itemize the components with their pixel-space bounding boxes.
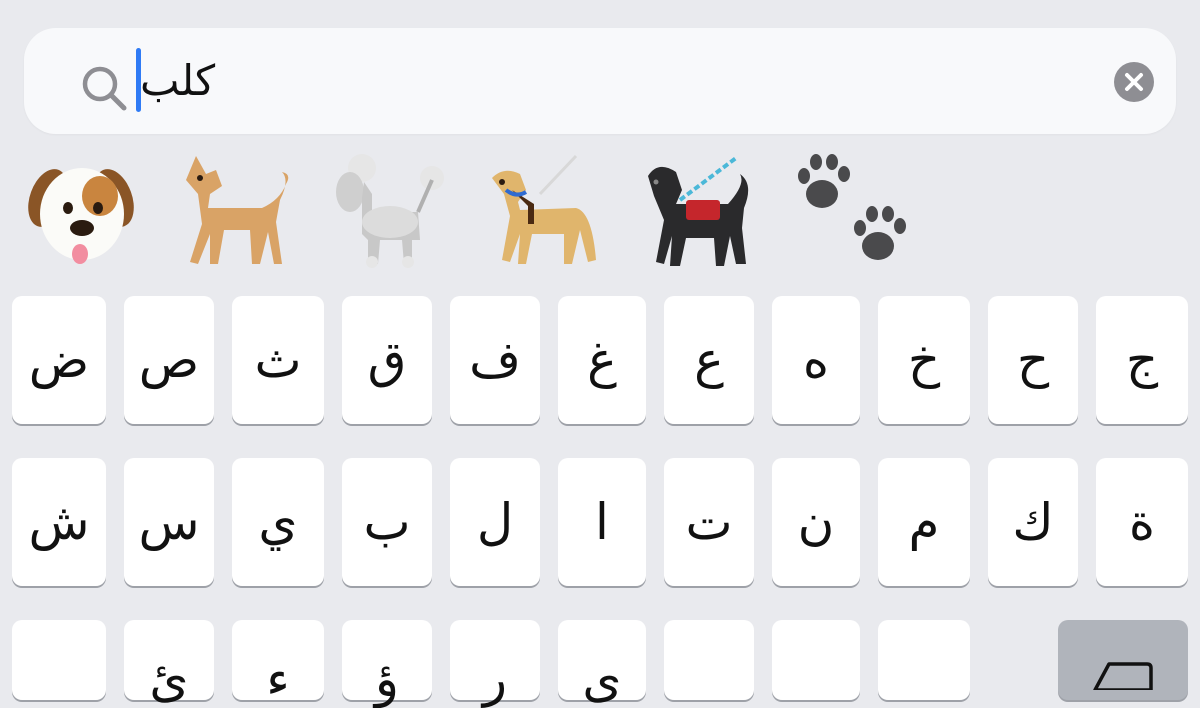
key[interactable]: ة <box>1096 458 1188 586</box>
key[interactable]: ى <box>558 620 646 704</box>
poodle-icon[interactable] <box>328 150 458 274</box>
key[interactable]: ء <box>232 620 324 704</box>
key[interactable]: ي <box>232 458 324 586</box>
key[interactable]: ص <box>124 296 214 424</box>
key[interactable]: ك <box>988 458 1078 586</box>
key[interactable]: ع <box>664 296 754 424</box>
key[interactable]: ج <box>1096 296 1188 424</box>
key[interactable] <box>772 620 860 700</box>
key[interactable]: ا <box>558 458 646 586</box>
key[interactable] <box>664 620 754 700</box>
key[interactable]: ف <box>450 296 540 424</box>
key[interactable]: ئ <box>124 620 214 704</box>
key[interactable]: ق <box>342 296 432 424</box>
dog-face-icon[interactable] <box>24 150 154 274</box>
service-dog-icon[interactable] <box>632 150 762 274</box>
search-input[interactable]: كلب <box>140 49 215 113</box>
key[interactable] <box>878 620 970 700</box>
key[interactable]: م <box>878 458 970 586</box>
emoji-suggestion-bar <box>24 150 924 274</box>
key[interactable] <box>12 620 106 700</box>
backspace-icon <box>1093 662 1153 690</box>
key[interactable]: ل <box>450 458 540 586</box>
guide-dog-icon[interactable] <box>480 150 610 274</box>
paw-prints-icon[interactable] <box>794 150 924 274</box>
key[interactable]: ض <box>12 296 106 424</box>
key[interactable]: ؤ <box>342 620 432 704</box>
key[interactable]: ه <box>772 296 860 424</box>
key[interactable]: ث <box>232 296 324 424</box>
clear-button[interactable] <box>1114 62 1154 102</box>
key[interactable]: ن <box>772 458 860 586</box>
key[interactable]: س <box>124 458 214 586</box>
key[interactable]: ش <box>12 458 106 586</box>
key[interactable]: ح <box>988 296 1078 424</box>
dog-icon[interactable] <box>176 150 306 274</box>
key[interactable]: ت <box>664 458 754 586</box>
key[interactable]: ب <box>342 458 432 586</box>
key[interactable]: ر <box>450 620 540 704</box>
key[interactable]: غ <box>558 296 646 424</box>
clear-icon <box>1125 73 1143 91</box>
backspace-key[interactable] <box>1058 620 1188 700</box>
key[interactable]: خ <box>878 296 970 424</box>
